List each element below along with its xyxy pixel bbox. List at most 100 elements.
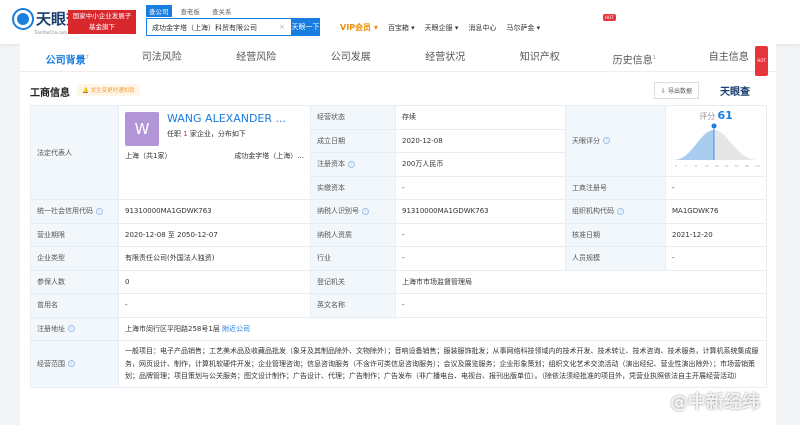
tab-development[interactable]: 公司发展: [304, 44, 399, 71]
score-tick: 61: [725, 164, 729, 168]
score-marker: [711, 123, 717, 129]
score-tick: 86: [745, 164, 749, 168]
score-tick: 67: [735, 164, 739, 168]
search-tab-relation[interactable]: 查关系: [209, 5, 235, 17]
tab-bar: 公司背景7 司法风险 经营风险 公司发展 经营状况 知识产权 历史信息1 自主信…: [20, 44, 777, 76]
scope-value: 一般项目：电子产品销售；工艺美术品及收藏品批发（象牙及其制品除外、文物除外）；音…: [118, 340, 767, 388]
former-name-label: 曾用名: [30, 293, 119, 318]
staff-label: 人员规模: [565, 246, 666, 271]
regno-value: -: [665, 175, 767, 200]
score-label: 天眼评分?: [565, 105, 666, 177]
legal-rep-company[interactable]: 成功金字塔（上海）...: [234, 151, 304, 161]
authority-value: 上海市市场监督管理局: [395, 269, 767, 294]
founded-label: 成立日期: [310, 128, 396, 153]
header-nav: VIP会员 ▾ 百宝箱 ▾ 天眼企服 ▾ 消息中心 马尔萨金 ▾: [340, 22, 540, 33]
help-icon[interactable]: ?: [68, 325, 75, 333]
tianyancha-logo: 天眼查: [720, 87, 750, 98]
english-name-label: 英文名称: [310, 293, 396, 318]
term-label: 营业期限: [30, 222, 119, 247]
nav-user[interactable]: 马尔萨金 ▾: [506, 23, 540, 33]
score-distribution-chart: 0 7 8 15 53 61 67 86 100: [674, 123, 761, 168]
staff-value: -: [665, 246, 767, 271]
tab-ip[interactable]: 知识产权: [493, 44, 588, 71]
help-icon[interactable]: ?: [348, 160, 355, 168]
taxid-label: 纳税人识别号?: [310, 199, 396, 224]
score-tick: 7: [685, 164, 687, 168]
term-value: 2020-12-08 至 2050-12-07: [118, 222, 311, 247]
score-cell[interactable]: 评分 61 0 7 8 15 53 61 67 86 100: [665, 105, 767, 177]
official-banner: 国家中小企业发展子基金旗下官方备案企业征信机构: [68, 10, 136, 53]
top-header: 天眼查 TianYanCha.com 国家中小企业发展子基金旗下 官方备案企业征信…: [0, 0, 800, 53]
english-name-value: -: [395, 293, 767, 318]
taxq-value: -: [395, 222, 566, 247]
logo-icon: [14, 10, 32, 28]
watermark: @中新经纬: [670, 392, 760, 413]
nearby-companies-link[interactable]: 附近公司: [222, 325, 250, 333]
status-label: 经营状态: [310, 105, 396, 130]
notify-button[interactable]: 🔔 发生变更时通知我: [77, 84, 140, 96]
section-title: 工商信息: [30, 88, 70, 99]
search-tab-company[interactable]: 查公司: [146, 5, 172, 17]
type-value: 有限责任公司(外国法人独资): [118, 246, 311, 271]
nav-vip[interactable]: VIP会员 ▾: [340, 22, 378, 33]
score-tick: 8: [695, 164, 697, 168]
paid-label: 实缴资本: [310, 175, 396, 200]
help-icon[interactable]: ?: [362, 207, 369, 215]
avatar: W: [125, 112, 159, 146]
nav-toolbox[interactable]: 百宝箱 ▾: [388, 23, 415, 33]
score-tick: 15: [705, 164, 709, 168]
legal-rep-region[interactable]: 上海（共1家）: [125, 151, 171, 161]
approve-value: 2021-12-20: [665, 222, 767, 247]
clear-icon[interactable]: ×: [279, 23, 285, 31]
tab-legal-risk[interactable]: 司法风险: [115, 44, 210, 71]
status-value: 存续: [395, 105, 566, 130]
help-icon[interactable]: ?: [603, 137, 610, 145]
nav-services[interactable]: 天眼企服 ▾: [425, 23, 459, 33]
insured-label: 参保人数: [30, 269, 119, 294]
tab-history[interactable]: 历史信息1: [587, 44, 682, 71]
hot-badge: HOT: [603, 14, 616, 21]
nav-messages[interactable]: 消息中心: [468, 23, 496, 33]
tab-operation-status[interactable]: 经营状况: [398, 44, 493, 71]
help-icon[interactable]: ?: [68, 360, 75, 368]
score-tick: 53: [715, 164, 719, 168]
export-button[interactable]: ⇩ 导出数据: [654, 82, 699, 99]
tab-self-info[interactable]: 自主信息 HOT: [682, 44, 777, 76]
business-info-table: 法定代表人 W WANG ALEXANDER ... 任职 1 家企业，分布如下…: [30, 105, 767, 388]
type-label: 企业类型: [30, 246, 119, 271]
founded-value: 2020-12-08: [395, 128, 566, 153]
search-tabs: 查公司 查老板 查关系: [146, 5, 235, 17]
help-icon[interactable]: ?: [96, 207, 103, 215]
score-value: 61: [717, 109, 733, 123]
credit-label: 统一社会信用代码?: [30, 199, 119, 224]
address-label: 注册地址?: [30, 316, 119, 341]
paid-value: -: [395, 175, 566, 200]
approve-label: 核准日期: [565, 222, 666, 247]
industry-value: -: [395, 246, 566, 271]
capital-value: 200万人民币: [395, 152, 566, 177]
tab-background[interactable]: 公司背景7: [20, 44, 115, 71]
scope-label: 经营范围?: [30, 340, 119, 388]
authority-label: 登记机关: [310, 269, 396, 294]
org-value: MA1GDWK76: [665, 199, 767, 224]
search-tab-boss[interactable]: 查老板: [178, 5, 204, 17]
insured-value: 0: [118, 269, 311, 294]
main-card: 公司背景7 司法风险 经营风险 公司发展 经营状况 知识产权 历史信息1 自主信…: [20, 44, 776, 425]
org-label: 组织机构代码?: [565, 199, 666, 224]
capital-label: 注册资本?: [310, 152, 396, 177]
search-button[interactable]: 天眼一下: [291, 18, 320, 36]
credit-value: 91310000MA1GDWK763: [118, 199, 311, 224]
logo-subtitle: TianYanCha.com: [34, 30, 67, 35]
legal-rep-label: 法定代表人: [30, 105, 119, 200]
industry-label: 行业: [310, 246, 396, 271]
address-value: 上海市闵行区平阳路258号1层 附近公司: [118, 316, 767, 341]
former-name-value: -: [118, 293, 311, 318]
legal-rep-cell: W WANG ALEXANDER ... 任职 1 家企业，分布如下 上海（共1…: [118, 105, 311, 200]
taxq-label: 纳税人资质: [310, 222, 396, 247]
score-tick: 100: [755, 164, 760, 168]
regno-label: 工商注册号: [565, 175, 666, 200]
tab-operation-risk[interactable]: 经营风险: [209, 44, 304, 71]
score-tick: 0: [675, 164, 677, 168]
hot-badge: HOT: [755, 46, 768, 76]
help-icon[interactable]: ?: [617, 207, 624, 215]
